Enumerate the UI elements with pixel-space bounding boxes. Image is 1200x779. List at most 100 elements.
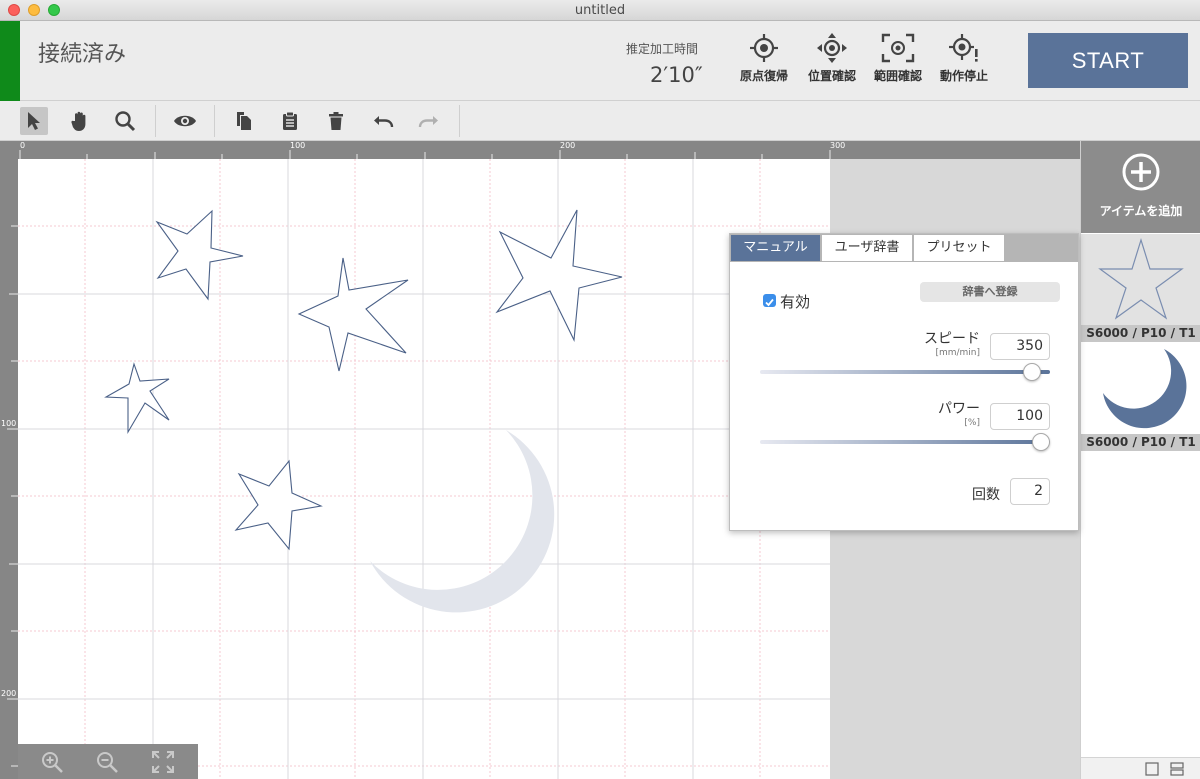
item-caption: S6000 / P10 / T1	[1081, 434, 1200, 451]
toolbar-separator	[155, 105, 156, 137]
estimate-time-label: 推定加工時間	[626, 42, 699, 56]
canvas-star-shape	[297, 257, 409, 372]
redo-button[interactable]	[415, 107, 443, 135]
count-label: 回数	[972, 487, 1000, 503]
add-item-button[interactable]: アイテムを追加	[1081, 141, 1200, 233]
ruler-label: 200	[560, 141, 576, 150]
power-unit: [%]	[964, 418, 980, 428]
toolbar-separator	[214, 105, 215, 137]
paste-button[interactable]	[276, 107, 304, 135]
delete-button[interactable]	[322, 107, 350, 135]
work-canvas[interactable]	[18, 159, 830, 779]
zoom-tool-button[interactable]	[111, 107, 139, 135]
settings-tabs: マニュアル ユーザ辞書 プリセット	[730, 234, 1078, 262]
ruler-horizontal: 0 100 200 300	[0, 141, 1080, 159]
item-panel: アイテムを追加 S6000 / P10 / T1 S6000 / P10 / T…	[1080, 141, 1200, 779]
window-title: untitled	[574, 3, 626, 18]
ruler-vertical: 100 200	[0, 159, 18, 779]
start-button[interactable]: START	[1028, 33, 1188, 88]
fit-view-button[interactable]	[151, 750, 175, 774]
enabled-checkbox[interactable]	[763, 294, 776, 307]
add-circle-icon	[1122, 153, 1160, 191]
estimate-time-value: 2′10″	[650, 63, 703, 87]
tab-preset[interactable]: プリセット	[914, 235, 1005, 261]
ruler-label: 100	[1, 419, 17, 428]
tab-manual[interactable]: マニュアル	[731, 235, 821, 261]
connection-status-indicator	[0, 21, 20, 101]
zoom-out-icon	[97, 752, 118, 773]
split-view-icon[interactable]	[1170, 762, 1184, 776]
paste-icon	[283, 111, 297, 130]
fit-view-icon	[152, 751, 174, 773]
moon-thumbnail-icon	[1103, 349, 1187, 429]
laser-settings-popup: マニュアル ユーザ辞書 プリセット 辞書へ登録 有効 スピード [mm/min]…	[729, 233, 1079, 531]
power-slider-track[interactable]	[760, 440, 1050, 444]
tab-user-dictionary[interactable]: ユーザ辞書	[822, 235, 913, 261]
canvas-drawing	[18, 159, 830, 779]
zoom-out-button[interactable]	[95, 750, 119, 774]
origin-return-icon	[750, 34, 778, 62]
redo-icon	[418, 116, 438, 128]
undo-button[interactable]	[369, 107, 397, 135]
canvas-star-shape	[104, 362, 170, 435]
zoom-icon	[115, 111, 136, 132]
position-check-button[interactable]: 位置確認	[801, 33, 863, 93]
stop-motion-label: 動作停止	[939, 69, 988, 83]
add-item-label: アイテムを追加	[1099, 204, 1183, 218]
power-label: パワー	[938, 401, 980, 417]
toolbar-separator	[459, 105, 460, 137]
preview-eye-icon	[174, 115, 196, 127]
register-dictionary-button[interactable]: 辞書へ登録	[920, 282, 1060, 302]
stop-motion-button[interactable]: 動作停止	[933, 33, 995, 93]
canvas-grid	[18, 159, 830, 779]
speed-slider-track[interactable]	[760, 370, 1050, 374]
speed-input[interactable]: 350	[990, 333, 1050, 360]
connection-status-text: 接続済み	[38, 42, 127, 67]
trash-icon	[329, 112, 343, 130]
position-check-label: 位置確認	[807, 69, 856, 83]
pan-tool-button[interactable]	[66, 107, 94, 135]
canvas-moon-shape	[370, 430, 555, 613]
window-titlebar: untitled	[0, 0, 1200, 21]
copy-icon	[237, 112, 251, 130]
range-check-button[interactable]: 範囲確認	[867, 33, 929, 93]
canvas-star-shape	[155, 209, 244, 301]
origin-return-button[interactable]: 原点復帰	[733, 33, 795, 93]
zoom-controls	[18, 744, 198, 779]
power-slider-handle[interactable]	[1032, 433, 1050, 451]
origin-return-label: 原点復帰	[739, 69, 788, 83]
panel-footer	[1081, 757, 1200, 779]
undo-icon	[374, 116, 394, 128]
zoom-in-button[interactable]	[40, 750, 64, 774]
ruler-label: 200	[1, 689, 17, 698]
enabled-label: 有効	[780, 293, 811, 311]
item-entry-moon[interactable]: S6000 / P10 / T1	[1081, 343, 1200, 451]
edit-toolbar	[0, 102, 1200, 141]
select-arrow-icon	[28, 112, 40, 130]
item-entry-star[interactable]: S6000 / P10 / T1	[1081, 234, 1200, 342]
power-input[interactable]: 100	[990, 403, 1050, 430]
position-check-icon	[817, 33, 847, 63]
speed-label: スピード	[924, 331, 980, 347]
preview-button[interactable]	[171, 107, 199, 135]
speed-unit: [mm/min]	[935, 348, 980, 358]
header-bar: 接続済み 推定加工時間 2′10″ 原点復帰 位置確認 範囲確認 動作停止 ST…	[0, 21, 1200, 101]
copy-button[interactable]	[230, 107, 258, 135]
ruler-label: 0	[20, 141, 26, 150]
count-input[interactable]: 2	[1010, 478, 1050, 505]
select-tool-button[interactable]	[20, 107, 48, 135]
star-thumbnail-icon	[1098, 237, 1184, 320]
range-check-icon	[881, 33, 915, 63]
canvas-star-shape	[495, 209, 623, 342]
ruler-label: 300	[830, 141, 846, 150]
ruler-label: 100	[290, 141, 306, 150]
checkmark-icon	[765, 298, 774, 307]
range-check-label: 範囲確認	[873, 69, 922, 83]
hand-pan-icon	[71, 111, 86, 131]
item-caption: S6000 / P10 / T1	[1081, 325, 1200, 342]
single-view-icon[interactable]	[1145, 762, 1159, 776]
canvas-star-shape	[234, 459, 323, 551]
zoom-in-icon	[42, 752, 63, 773]
stop-motion-icon	[949, 34, 978, 62]
speed-slider-handle[interactable]	[1023, 363, 1041, 381]
